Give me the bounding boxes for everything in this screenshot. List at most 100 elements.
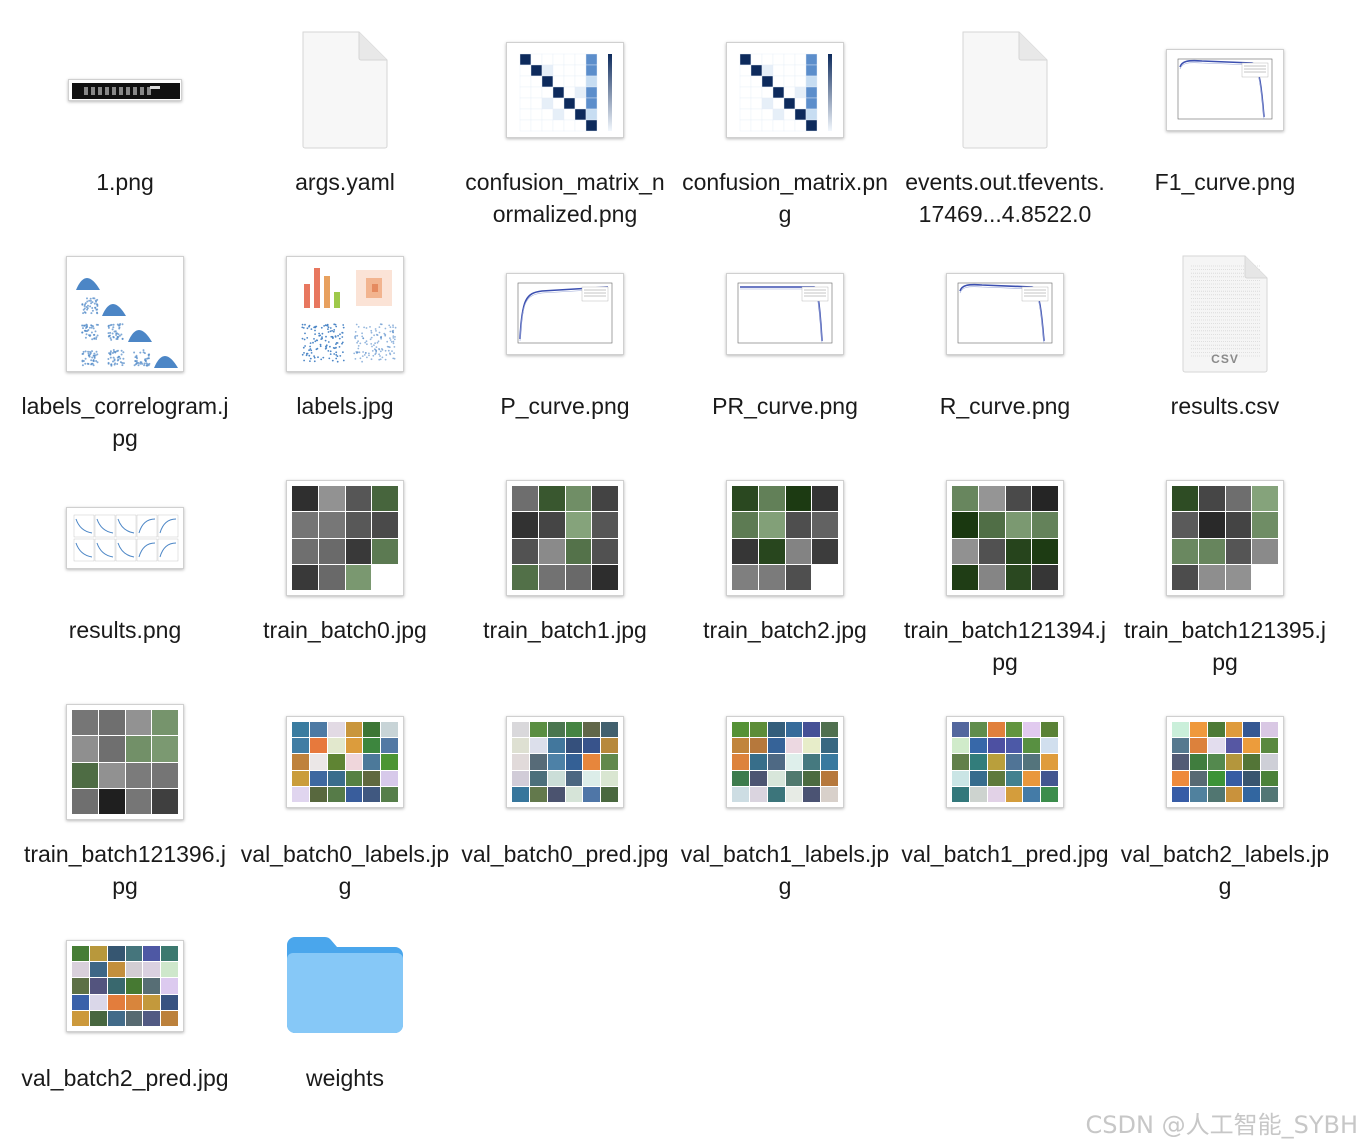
mosaic-tile [749,770,767,786]
mosaic-tile [345,738,363,754]
file-name: val_batch0_pred.jpg [461,841,669,867]
mosaic-tile [1225,738,1243,754]
file-item[interactable]: val_batch1_pred.jpg [895,692,1115,916]
file-item[interactable]: val_batch2_labels.jpg [1115,692,1335,916]
thumbnail-area [895,20,1115,160]
file-item[interactable]: train_batch2.jpg [675,468,895,692]
mosaic-tile [1207,786,1225,802]
thumbnail-area [235,20,455,160]
thumbnail-area [455,20,675,160]
file-name: R_curve.png [939,393,1071,419]
mosaic-tile [1041,722,1058,738]
mosaic-tile [1041,754,1058,770]
file-item[interactable]: R_curve.png [895,244,1115,468]
mosaic-tile [1252,512,1278,538]
mosaic-tile [89,962,107,978]
file-item[interactable]: train_batch1.jpg [455,468,675,692]
image-thumbnail [726,273,844,355]
file-item[interactable]: train_batch0.jpg [235,468,455,692]
file-item[interactable]: labels_correlogram.jpg [15,244,235,468]
mosaic-tile [1032,564,1058,590]
mosaic-tile [1172,512,1198,538]
file-name: weights [306,1065,384,1091]
mosaic-tile [327,770,345,786]
mosaic-tile [1225,486,1252,512]
thumbnail-area [895,692,1115,832]
file-item[interactable]: train_batch121395.jpg [1115,468,1335,692]
mosaic-tile [1189,722,1207,738]
mosaic-tile [125,994,143,1010]
thumbnail-area [455,468,675,608]
image-thumbnail [68,79,182,101]
mosaic-tile [363,770,381,786]
mosaic-tile [1243,754,1261,770]
mosaic-tile [952,786,969,802]
mosaic-tile [529,738,547,754]
file-name: train_batch2.jpg [703,617,867,643]
image-thumbnail [726,42,844,138]
file-item[interactable]: F1_curve.png [1115,20,1335,244]
mosaic-tile [512,770,529,786]
mosaic-tile [758,512,785,538]
file-item[interactable]: val_batch0_pred.jpg [455,692,675,916]
mosaic-tile [592,486,618,512]
mosaic-tile [1032,512,1058,538]
file-item[interactable]: 1.png [15,20,235,244]
mosaic-tile [1189,770,1207,786]
file-item[interactable]: results.png [15,468,235,692]
mosaic-tile [785,770,803,786]
mosaic-tile [1172,786,1189,802]
mosaic-tile [1243,738,1261,754]
mosaic-tile [98,736,125,762]
mosaic-tile [601,754,618,770]
mosaic-tile [1005,538,1032,564]
mosaic-tile [107,962,125,978]
mosaic-tile [345,486,372,512]
mosaic-tile [161,946,178,962]
mosaic-tile [547,754,565,770]
mosaic-tile [292,564,318,590]
file-item[interactable]: train_batch121394.jpg [895,468,1115,692]
mosaic-tile [952,512,978,538]
file-item[interactable]: weights [235,916,455,1140]
file-item[interactable]: val_batch2_pred.jpg [15,916,235,1140]
mosaic-tile [381,786,398,802]
mosaic-tile [583,754,601,770]
file-item[interactable]: val_batch1_labels.jpg [675,692,895,916]
mosaic-tile [583,770,601,786]
mosaic-tile [732,722,749,738]
file-item[interactable]: PR_curve.png [675,244,895,468]
mosaic-tile [952,538,978,564]
file-item[interactable]: confusion_matrix_normalized.png [455,20,675,244]
mosaic-tile [749,754,767,770]
file-item[interactable]: P_curve.png [455,244,675,468]
mosaic-tile [812,538,838,564]
mosaic-tile [345,512,372,538]
thumbnail-area [1115,468,1335,608]
file-name: train_batch0.jpg [263,617,427,643]
mosaic-tile [345,754,363,770]
file-name: val_batch2_labels.jpg [1120,841,1330,899]
file-item[interactable]: val_batch0_labels.jpg [235,692,455,916]
mosaic-tile [1041,786,1058,802]
mosaic-tile [978,512,1005,538]
mosaic-tile [565,538,592,564]
mosaic-tile [565,564,592,590]
file-item[interactable]: CSV results.csv [1115,244,1335,468]
mosaic-tile [767,722,785,738]
mosaic-tile [1243,786,1261,802]
file-item[interactable]: train_batch121396.jpg [15,692,235,916]
image-thumbnail [286,716,404,808]
mosaic-tile [812,512,838,538]
mosaic-tile [1261,770,1278,786]
file-item[interactable]: labels.jpg [235,244,455,468]
mosaic-tile [732,786,749,802]
image-thumbnail [1166,49,1284,131]
file-item[interactable]: args.yaml [235,20,455,244]
mosaic-tile [785,486,812,512]
file-name: train_batch1.jpg [483,617,647,643]
file-item[interactable]: events.out.tfevents.17469...4.8522.0 [895,20,1115,244]
file-item[interactable]: confusion_matrix.png [675,20,895,244]
thumbnail-area [1115,692,1335,832]
mosaic-tile [803,722,821,738]
